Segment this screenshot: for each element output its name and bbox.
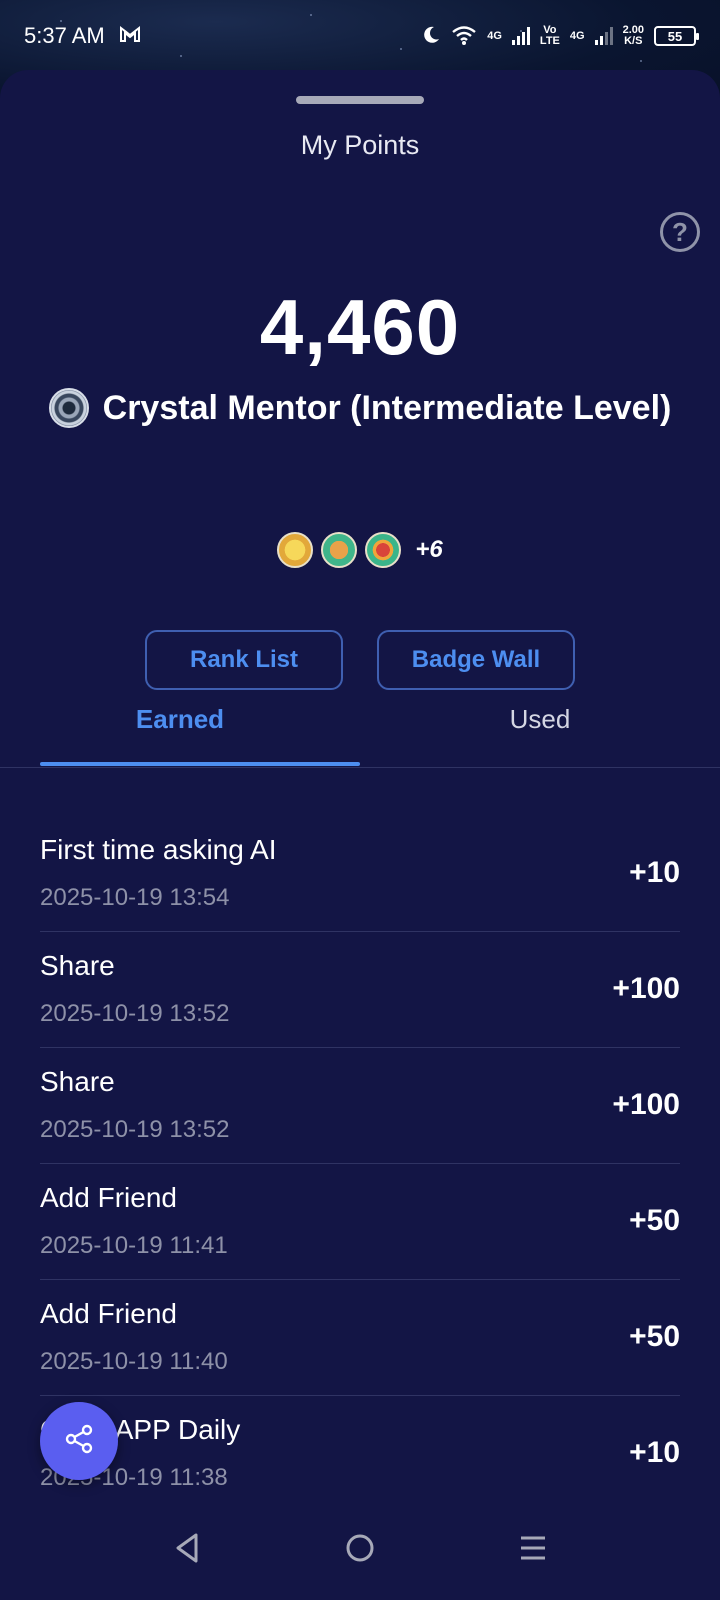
level-medal-icon [48, 388, 89, 428]
back-triangle-icon [172, 1532, 202, 1569]
network-label-2: 4G [569, 29, 585, 42]
list-item: Add Friend 2025-10-19 11:41 +50 [40, 1164, 680, 1280]
level-row: Crystal Mentor (Intermediate Level) [0, 388, 720, 428]
share-icon [63, 1423, 95, 1460]
battery-level: 55 [667, 28, 683, 44]
badges-more-count: +6 [415, 536, 443, 563]
badges-row[interactable]: +6 [0, 532, 720, 568]
gift-badge-icon [321, 532, 358, 568]
list-item: Share 2025-10-19 13:52 +100 [40, 932, 680, 1048]
list-item: Open APP Daily 2025-10-19 11:38 +10 [40, 1396, 680, 1512]
nav-menu-button[interactable] [503, 1520, 563, 1580]
home-circle-icon [344, 1532, 376, 1569]
lock-badge-icon [277, 532, 314, 568]
record-time: 2025-10-19 13:52 [40, 1000, 230, 1027]
tab-indicator [40, 762, 360, 766]
net-speed: 2.00 K/S [623, 25, 644, 47]
points-record-list: First time asking AI 2025-10-19 13:54 +1… [40, 816, 680, 1512]
tab-used[interactable]: Used [360, 672, 720, 767]
record-time: 2025-10-19 11:41 [40, 1232, 228, 1259]
nav-home-button[interactable] [330, 1520, 390, 1580]
level-label: Crystal Mentor (Intermediate Level) [102, 388, 672, 427]
record-time: 2025-10-19 13:54 [40, 884, 230, 911]
menu-lines-icon [517, 1532, 549, 1569]
tab-earned[interactable]: Earned [0, 672, 360, 767]
page-title: My Points [300, 130, 420, 160]
volte-icon: Vo LTE [540, 25, 560, 47]
record-points: +100 [612, 972, 680, 1005]
record-title: Share [40, 1066, 115, 1097]
system-nav-bar [0, 1500, 720, 1600]
wifi-icon [451, 25, 477, 48]
record-points: +50 [629, 1204, 680, 1237]
tab-bar: Earned Used [0, 672, 720, 768]
battery-icon: 55 [654, 26, 699, 46]
record-points: +10 [629, 1436, 680, 1469]
list-item: First time asking AI 2025-10-19 13:54 +1… [40, 816, 680, 932]
points-total: 4,460 [259, 283, 461, 371]
record-time: 2025-10-19 11:40 [40, 1348, 228, 1375]
moon-icon [421, 25, 441, 48]
record-title: Add Friend [40, 1298, 177, 1329]
list-item: Add Friend 2025-10-19 11:40 +50 [40, 1280, 680, 1396]
record-time: 2025-10-19 13:52 [40, 1116, 230, 1143]
record-points: +10 [629, 856, 680, 889]
list-item: Share 2025-10-19 13:52 +100 [40, 1048, 680, 1164]
record-points: +100 [612, 1088, 680, 1121]
help-icon[interactable]: ? [660, 212, 700, 252]
status-time: 5:37 AM [24, 23, 105, 48]
record-title: Add Friend [40, 1182, 177, 1213]
net-speed-unit: K/S [624, 35, 643, 47]
drag-handle[interactable] [296, 96, 424, 104]
status-bar: 5:37 AM 4G Vo LTE 4G 2.00 K/S 55 [0, 0, 720, 72]
gmail-icon [119, 23, 141, 49]
volte-bottom: LTE [539, 35, 560, 47]
share-fab-button[interactable] [40, 1402, 118, 1480]
network-label-1: 4G [487, 29, 502, 42]
signal-1-icon [511, 27, 530, 45]
record-title: Share [40, 950, 115, 981]
record-title: First time asking AI [40, 834, 277, 865]
signal-2-icon [594, 27, 613, 45]
nav-back-button[interactable] [157, 1520, 217, 1580]
record-points: +50 [629, 1320, 680, 1353]
heart-badge-icon [365, 532, 402, 568]
